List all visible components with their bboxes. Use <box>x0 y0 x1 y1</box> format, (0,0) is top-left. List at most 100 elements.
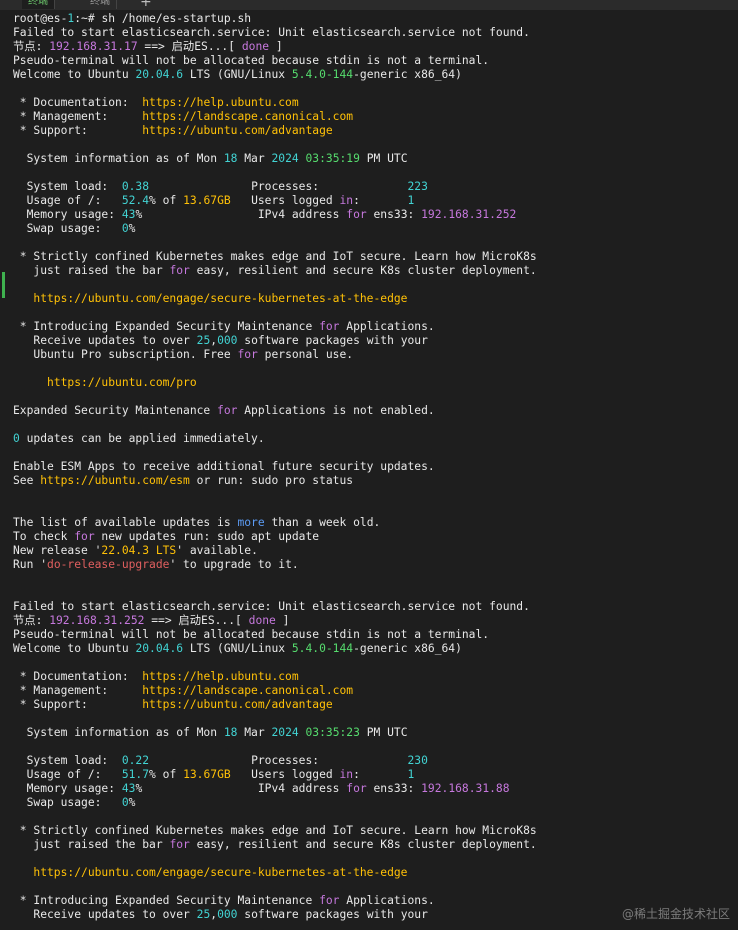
terminal-line: Memory usage: 43% IPv4 address for ens33… <box>13 782 738 796</box>
terminal-text: * Strictly confined Kubernetes makes edg… <box>13 250 537 263</box>
terminal-text: or run: sudo pro status <box>189 474 354 487</box>
terminal-text: System load: <box>13 754 122 767</box>
terminal-text: ] <box>275 614 290 627</box>
terminal-text: Welcome to Ubuntu <box>13 642 136 655</box>
terminal-line: * Management: https://landscape.canonica… <box>13 110 738 124</box>
terminal-text: ens33: <box>366 208 422 221</box>
terminal-text: 22.04.3 LTS <box>101 544 177 557</box>
terminal-text: % <box>128 796 136 809</box>
terminal-text: 18 <box>223 152 238 165</box>
tab-terminal-2[interactable]: 终端 <box>84 0 117 9</box>
terminal-text: Failed to start elasticsearch.service: U… <box>13 26 530 39</box>
terminal-text: Applications. <box>339 320 435 333</box>
terminal-text: just raised the bar <box>13 264 170 277</box>
terminal-line: * Support: https://ubuntu.com/advantage <box>13 124 738 138</box>
terminal-text: for <box>237 348 258 361</box>
terminal-line: * Strictly confined Kubernetes makes edg… <box>13 824 738 838</box>
terminal-line: * Introducing Expanded Security Maintena… <box>13 320 738 334</box>
terminal-text: ==> 启动ES...[ <box>144 614 249 627</box>
watermark: @稀土掘金技术社区 <box>621 907 730 921</box>
terminal-text: https://ubuntu.com/esm <box>40 474 190 487</box>
terminal-text: Users logged <box>230 194 340 207</box>
terminal-line: See https://ubuntu.com/esm or run: sudo … <box>13 474 738 488</box>
terminal-text: ==> 启动ES...[ <box>137 40 242 53</box>
terminal-text: % of <box>149 194 184 207</box>
terminal-text: See <box>13 474 41 487</box>
terminal-text: * Documentation: <box>13 670 143 683</box>
terminal-text: done <box>248 614 276 627</box>
terminal-text: System load: <box>13 180 122 193</box>
terminal-line: Swap usage: 0% <box>13 222 738 236</box>
terminal-text: Applications. <box>339 894 435 907</box>
terminal-text: easy, resilient and secure K8s cluster d… <box>189 264 537 277</box>
terminal-text: for <box>169 264 190 277</box>
terminal-text: * Strictly confined Kubernetes makes edg… <box>13 824 537 837</box>
terminal-line: Failed to start elasticsearch.service: U… <box>13 600 738 614</box>
terminal-text: 230 <box>407 754 428 767</box>
terminal-text: root@es- <box>13 12 68 25</box>
terminal-text: -generic x86_64) <box>353 642 462 655</box>
terminal-text: Welcome to Ubuntu <box>13 68 136 81</box>
gutter-marker <box>2 272 5 298</box>
terminal-output[interactable]: root@es-1:~# sh /home/es-startup.sh Faile… <box>13 12 738 930</box>
terminal-text: than a week old. <box>264 516 381 529</box>
terminal-text: New release ' <box>13 544 102 557</box>
terminal-text: https://landscape.canonical.com <box>142 684 354 697</box>
terminal-text: for <box>319 320 340 333</box>
terminal-text: just raised the bar <box>13 838 170 851</box>
terminal-text: https://help.ubuntu.com <box>142 670 299 683</box>
terminal-text: :~# sh /home/es-startup.sh <box>74 12 252 25</box>
terminal-line: Pseudo-terminal will not be allocated be… <box>13 54 738 68</box>
terminal-text: in <box>339 768 354 781</box>
terminal-text: 1 <box>407 194 415 207</box>
terminal-text: updates can be applied immediately. <box>19 432 265 445</box>
terminal-line: * Strictly confined Kubernetes makes edg… <box>13 250 738 264</box>
terminal-line: Welcome to Ubuntu 20.04.6 LTS (GNU/Linux… <box>13 68 738 82</box>
terminal-text: LTS (GNU/Linux <box>183 642 292 655</box>
terminal-text: 43 <box>121 208 136 221</box>
terminal-text: * Documentation: <box>13 96 143 109</box>
terminal-text: 192.168.31.252 <box>49 614 145 627</box>
terminal-line: root@es-1:~# sh /home/es-startup.sh <box>13 12 738 26</box>
terminal-text: Mar <box>237 152 272 165</box>
terminal-text: * Support: <box>13 698 143 711</box>
terminal-text: https://ubuntu.com/pro <box>47 376 197 389</box>
terminal-text: 2024 <box>271 726 299 739</box>
new-tab-button[interactable]: + <box>140 0 152 10</box>
terminal-text: for <box>319 894 340 907</box>
terminal-line: 节点: 192.168.31.17 ==> 启动ES...[ done ] <box>13 40 738 54</box>
terminal-text: * Support: <box>13 124 143 137</box>
terminal-line: Usage of /: 52.4% of 13.67GB Users logge… <box>13 194 738 208</box>
terminal-line: Welcome to Ubuntu 20.04.6 LTS (GNU/Linux… <box>13 642 738 656</box>
terminal-text: 20.04.6 <box>135 642 184 655</box>
terminal-text: * Introducing Expanded Security Maintena… <box>13 894 320 907</box>
terminal-text: 2024 <box>271 152 299 165</box>
terminal-line: https://ubuntu.com/engage/secure-kuberne… <box>13 292 738 306</box>
terminal-text: done <box>241 40 270 53</box>
terminal-text: % IPv4 address <box>135 782 347 795</box>
terminal-text: 0.22 <box>121 754 150 767</box>
terminal-text: 25 <box>196 334 211 347</box>
terminal-text: Ubuntu Pro subscription. Free <box>13 348 238 361</box>
terminal-text: software packages with your <box>237 334 428 347</box>
tab-terminal-1[interactable]: 终端 <box>22 0 55 9</box>
terminal-text: Processes: <box>149 180 408 193</box>
terminal-text: 223 <box>407 180 428 193</box>
terminal-text: 192.168.31.252 <box>421 208 517 221</box>
terminal-text: 000 <box>217 908 238 921</box>
terminal-line: Enable ESM Apps to receive additional fu… <box>13 460 738 474</box>
terminal-text: 0 <box>13 432 20 445</box>
terminal-text: Usage of /: <box>13 194 122 207</box>
